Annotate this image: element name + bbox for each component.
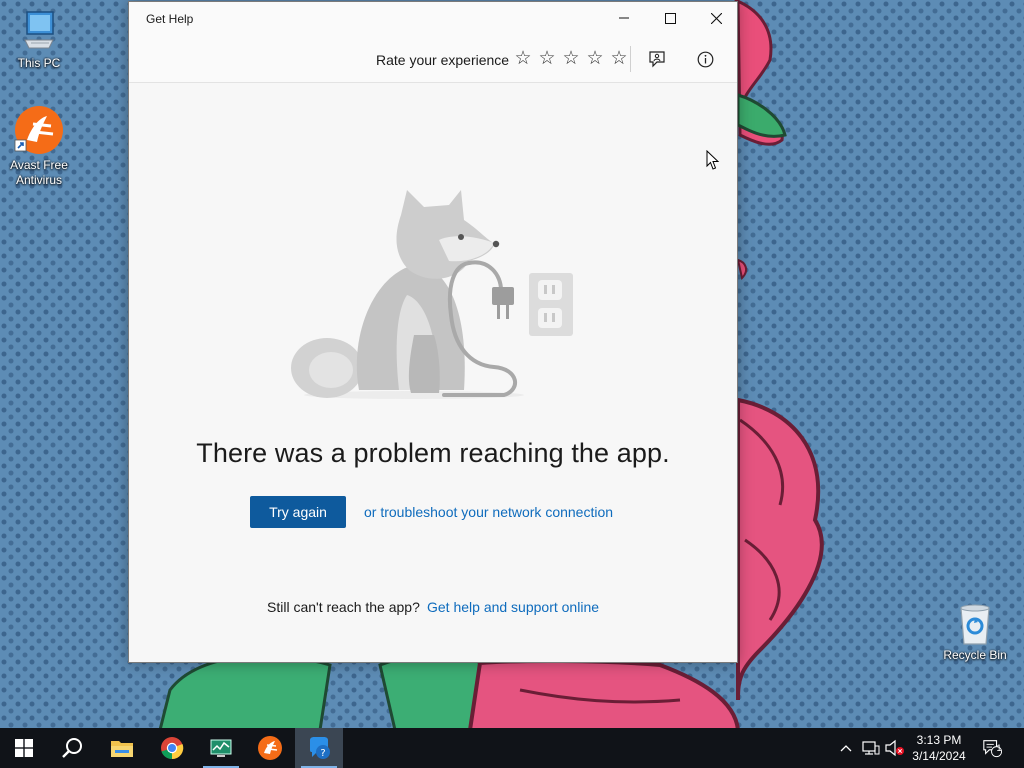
clock-date: 3/14/2024 [912,749,966,763]
troubleshoot-network-link[interactable]: or troubleshoot your network connection [364,504,613,520]
maximize-icon [664,12,676,24]
toolbar-divider [630,46,631,72]
network-icon [862,741,880,755]
desktop-icon-label: Avast Free Antivirus [10,158,68,187]
task-manager-icon [210,739,232,757]
taskbar-chrome[interactable] [148,728,196,768]
taskbar: ? 3:13 PM 3/14/2024 1 [0,728,1024,768]
star-icon[interactable]: ☆ [559,48,583,70]
star-icon[interactable]: ☆ [535,48,559,70]
avast-icon [14,106,63,154]
mouse-cursor-icon [706,150,720,170]
computer-icon [24,11,54,49]
feedback-icon [649,51,665,68]
error-message: There was a problem reaching the app. [196,438,670,468]
volume-muted-icon [885,739,904,757]
close-icon [710,12,722,24]
search-icon [62,738,82,758]
window-title: Get Help [146,12,194,26]
chevron-up-icon [840,745,852,752]
desktop-icon-label: This PC [17,56,61,70]
try-again-button[interactable]: Try again [250,496,346,528]
star-icon[interactable]: ☆ [583,48,607,70]
still-cant-reach-text: Still can't reach the app? [267,599,420,615]
taskbar-task-manager[interactable] [197,728,245,768]
start-icon [15,739,33,757]
start-button[interactable] [0,728,48,768]
desktop-icon-recycle-bin[interactable]: Recycle Bin [937,602,1013,663]
search-button[interactable] [48,728,96,768]
taskbar-avast[interactable] [246,728,294,768]
minimize-button[interactable] [601,2,647,34]
get-help-online-link[interactable]: Get help and support online [427,599,599,615]
volume-tray-button[interactable] [885,738,905,758]
close-button[interactable] [693,2,739,34]
action-center-button[interactable]: 1 [982,738,1002,758]
svg-text:?: ? [320,748,325,759]
maximize-button[interactable] [647,2,693,34]
taskbar-clock[interactable]: 3:13 PM 3/14/2024 [905,732,973,764]
get-help-window: Get Help Rate your experience ☆ ☆ ☆ ☆ ☆ [128,1,738,663]
feedback-button[interactable] [644,47,670,71]
info-button[interactable] [692,47,718,71]
get-help-icon: ? [310,737,330,759]
chrome-icon [161,737,184,760]
clock-time: 3:13 PM [916,733,962,747]
taskbar-file-explorer[interactable] [98,728,146,768]
rating-stars: ☆ ☆ ☆ ☆ ☆ [511,48,631,70]
desktop-icon-label: Recycle Bin [943,648,1007,662]
file-explorer-icon [111,741,133,757]
notification-count: 1 [996,743,1002,753]
minimize-icon [619,17,629,19]
desktop-icon-this-pc[interactable]: This PC [1,10,77,71]
toolbar: Rate your experience ☆ ☆ ☆ ☆ ☆ [129,36,737,83]
taskbar-get-help[interactable]: ? [295,728,343,768]
avast-icon [258,736,282,760]
recycle-bin-icon [960,604,990,645]
disconnected-dog-illustration [291,190,573,399]
star-icon[interactable]: ☆ [511,48,535,70]
rate-experience-label: Rate your experience [376,52,510,68]
desktop-icon-avast[interactable]: Avast Free Antivirus [1,106,77,188]
info-icon [697,51,713,67]
network-tray-button[interactable] [861,738,881,758]
title-bar[interactable]: Get Help [129,2,737,36]
show-hidden-icons-button[interactable] [836,738,856,758]
star-icon[interactable]: ☆ [607,48,631,70]
